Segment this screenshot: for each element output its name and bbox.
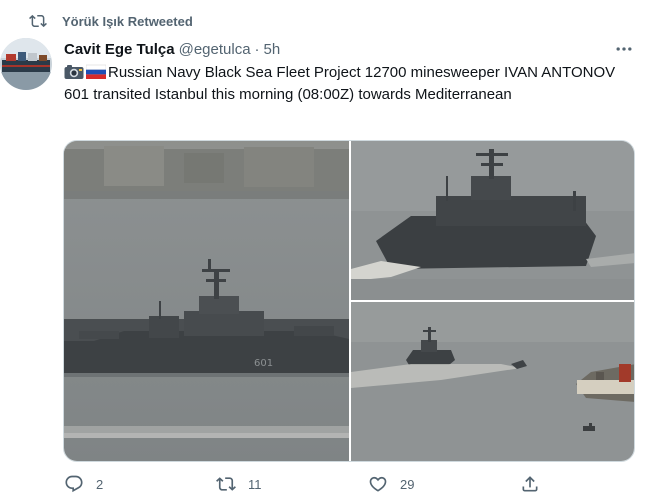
camera-emoji [64,64,84,80]
heart-icon [369,476,387,492]
retweet-context-text: Yörük Işık Retweeted [62,13,193,29]
photo-minesweeper-distant[interactable] [351,302,634,461]
share-button[interactable] [520,472,552,496]
tweet-actions: 2 11 29 [64,472,624,496]
tweet-header: Cavit Ege Tulça @egetulca · 5h [64,38,280,60]
more-options-button[interactable] [612,38,636,60]
more-icon [616,47,632,51]
like-count: 29 [400,476,415,492]
retweet-count: 11 [248,476,262,492]
photo-minesweeper-stern[interactable] [351,141,634,300]
tweet-text: Russian Navy Black Sea Fleet Project 127… [64,62,634,106]
retweet-button[interactable]: 11 [216,472,262,496]
reply-count: 2 [96,476,104,492]
retweet-icon [216,477,236,491]
reply-icon [65,475,83,493]
russian-flag-emoji [86,64,106,80]
avatar[interactable] [0,38,52,90]
author-handle[interactable]: @egetulca [179,41,251,58]
retweet-icon [28,12,50,30]
tweet-body: Russian Navy Black Sea Fleet Project 127… [64,64,616,103]
share-icon [522,476,538,492]
retweet-context[interactable]: Yörük Işık Retweeted [28,10,193,32]
separator-dot: · [254,40,260,58]
reply-button[interactable]: 2 [64,472,103,496]
hull-number: 601 [254,358,273,369]
photo-minesweeper-side[interactable]: 601 [64,141,349,461]
like-button[interactable]: 29 [368,472,414,496]
media-grid: 601 [63,140,635,462]
tweet-timestamp[interactable]: 5h [264,41,281,58]
author-name[interactable]: Cavit Ege Tulça [64,41,175,58]
